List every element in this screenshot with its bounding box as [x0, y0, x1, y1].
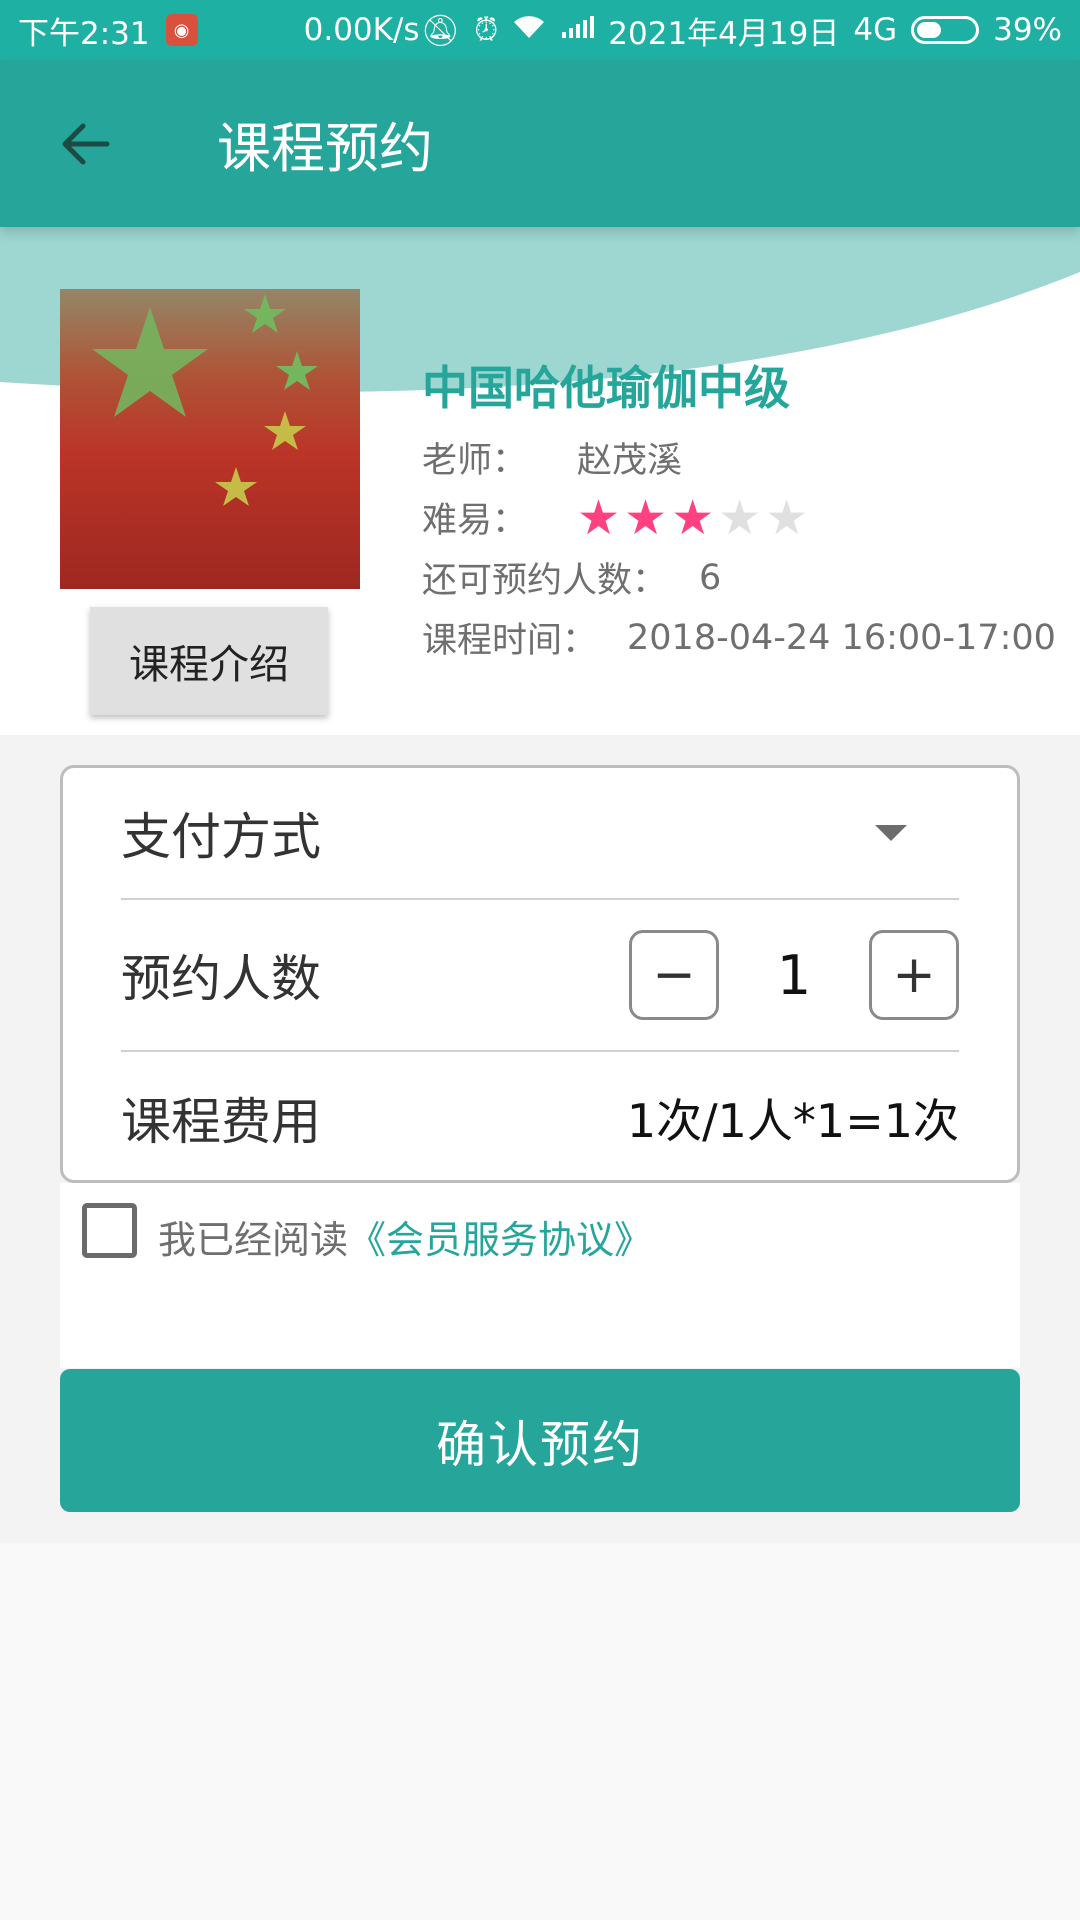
- status-net-speed: 0.00K/s: [303, 12, 420, 48]
- booking-form: 支付方式 预约人数 − 1 + 课程费用 1次/1人*1=1次: [60, 765, 1020, 1183]
- agreement-checkbox[interactable]: [82, 1203, 137, 1258]
- wifi-icon: [512, 12, 546, 48]
- alarm-icon: ⏰︎: [474, 11, 499, 48]
- remaining-label: 还可预约人数：: [422, 561, 668, 601]
- increase-button[interactable]: +: [869, 930, 959, 1020]
- difficulty-row: 难易： ★ ★ ★ ★ ★: [422, 492, 808, 543]
- notification-app-icon: ◉: [165, 14, 198, 46]
- agreement-prefix: 我已经阅读: [158, 1218, 349, 1262]
- count-row: 预约人数 − 1 +: [121, 900, 959, 1052]
- remaining-count: 6: [699, 557, 722, 598]
- star-icon: ★: [765, 489, 809, 546]
- remaining-row: 还可预约人数： 6: [422, 552, 721, 603]
- payment-label: 支付方式: [121, 808, 321, 866]
- back-button[interactable]: [35, 94, 135, 194]
- star-icon: ★: [577, 489, 621, 546]
- star-icon: ★: [671, 489, 715, 546]
- payment-method-select[interactable]: 支付方式: [121, 768, 959, 900]
- app-bar: 课程预约: [0, 60, 1080, 227]
- course-header: 课程介绍 中国哈他瑜伽中级 老师： 赵茂溪 难易： ★ ★ ★ ★ ★ 还可预约人数： …: [0, 227, 1080, 735]
- time-label: 课程时间：: [422, 621, 598, 661]
- agreement-link[interactable]: 《会员服务协议》: [348, 1218, 652, 1262]
- star-icon: ★: [718, 489, 762, 546]
- confirm-booking-button[interactable]: 确认预约: [60, 1369, 1020, 1512]
- arrow-left-icon: [62, 123, 110, 164]
- course-time: 2018-04-24 16:00-17:00: [627, 617, 1056, 658]
- teacher-row: 老师： 赵茂溪: [422, 432, 682, 483]
- difficulty-rating: ★ ★ ★ ★ ★: [577, 494, 808, 542]
- difficulty-label: 难易：: [422, 501, 528, 541]
- fee-row: 课程费用 1次/1人*1=1次: [121, 1052, 959, 1184]
- teacher-label: 老师：: [422, 441, 528, 481]
- agreement-text: 我已经阅读《会员服务协议》: [158, 1209, 652, 1264]
- battery-icon: [911, 16, 980, 44]
- count-value: 1: [776, 943, 812, 1007]
- agreement-area: 我已经阅读《会员服务协议》: [60, 1183, 1020, 1368]
- status-battery: 39%: [993, 12, 1062, 48]
- status-time: 下午2:31: [18, 15, 150, 52]
- fee-label: 课程费用: [121, 1093, 321, 1151]
- star-icon: ★: [624, 489, 668, 546]
- teacher-name: 赵茂溪: [577, 441, 683, 481]
- course-image: [60, 289, 360, 589]
- mute-icon: 🔕︎: [420, 12, 461, 49]
- status-date: 2021年4月19日: [608, 15, 840, 52]
- fee-value: 1次/1人*1=1次: [626, 1094, 959, 1148]
- signal-icon: [560, 12, 595, 48]
- dropdown-arrow-icon[interactable]: [875, 825, 907, 841]
- page-title: 课程预约: [217, 117, 433, 180]
- status-network: 4G: [853, 12, 898, 48]
- count-label: 预约人数: [121, 950, 321, 1008]
- time-row: 课程时间： 2018-04-24 16:00-17:00: [422, 612, 1056, 663]
- quantity-stepper: − 1 +: [629, 930, 959, 1020]
- status-bar: 下午2:31 ◉ 0.00K/s 🔕︎ ⏰︎ 2021年4月19日 4G 39%: [0, 0, 1080, 60]
- course-intro-button[interactable]: 课程介绍: [90, 607, 328, 715]
- course-name: 中国哈他瑜伽中级: [422, 361, 790, 415]
- decrease-button[interactable]: −: [629, 930, 719, 1020]
